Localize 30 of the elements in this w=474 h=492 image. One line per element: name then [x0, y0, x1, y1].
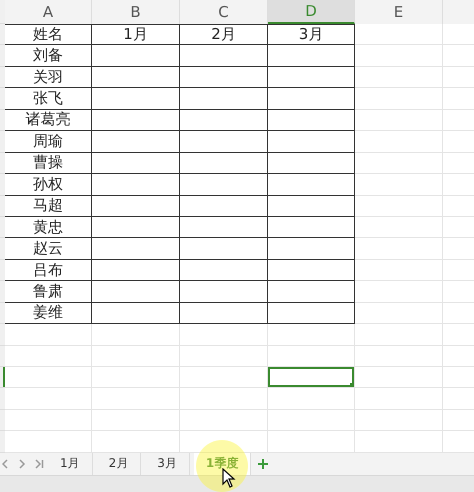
table-cell: 张飞 [5, 88, 92, 110]
table-cell: 关羽 [5, 66, 92, 88]
cursor-highlight [196, 440, 248, 492]
table-cell: 3月 [268, 24, 355, 46]
table-cell: 诸葛亮 [5, 110, 92, 132]
table-cell: 姜维 [5, 302, 92, 324]
table-cell: 1月 [92, 24, 180, 46]
next-icon[interactable] [18, 458, 26, 469]
table-cell: 马超 [5, 196, 92, 217]
table-cell: 鲁肃 [5, 281, 92, 303]
previous-icon[interactable] [2, 458, 10, 469]
last-icon[interactable] [34, 458, 44, 469]
column-header[interactable] [443, 0, 474, 24]
column-header[interactable]: E [355, 0, 443, 24]
table-cell: 孙权 [5, 174, 92, 196]
pointer-icon [222, 468, 236, 488]
table-cell: 赵云 [5, 238, 92, 260]
column-header[interactable]: B [92, 0, 180, 24]
row-header[interactable] [0, 367, 5, 388]
column-header[interactable]: A [5, 0, 92, 24]
table-cell: 姓名 [5, 24, 92, 46]
table-cell: 2月 [180, 24, 268, 46]
table-cell: 黄忠 [5, 216, 92, 238]
table-cell: 吕布 [5, 260, 92, 282]
corner-cell [0, 0, 5, 24]
table-cell: 曹操 [5, 152, 92, 174]
column-header[interactable]: C [180, 0, 268, 24]
add-sheet-icon[interactable] [257, 458, 270, 470]
table-cell: 刘备 [5, 45, 92, 67]
table-cell: 周瑜 [5, 131, 92, 153]
